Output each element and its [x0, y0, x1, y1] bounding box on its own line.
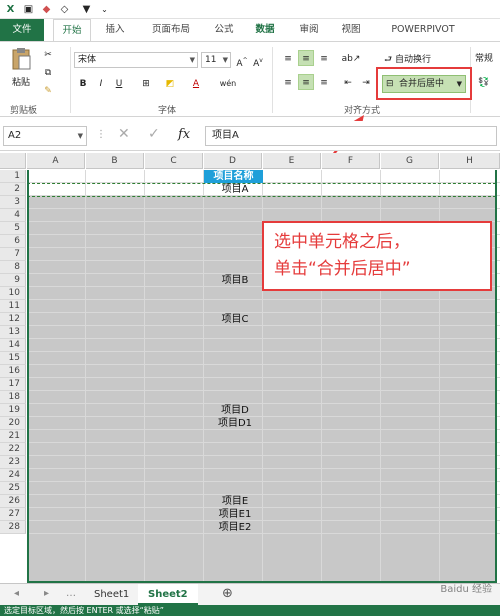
row-header-8[interactable]: 8	[0, 261, 26, 274]
enter-icon[interactable]: ✓	[148, 126, 160, 142]
name-box[interactable]: A2 ▼	[3, 126, 87, 146]
sheet-tab-sheet2[interactable]: Sheet2	[138, 584, 198, 605]
select-all-corner[interactable]	[0, 153, 26, 169]
status-bar: 选定目标区域，然后按 ENTER 或选择“粘贴”	[0, 605, 500, 616]
grid-row	[27, 300, 500, 313]
row-header-10[interactable]: 10	[0, 287, 26, 300]
row-header-15[interactable]: 15	[0, 352, 26, 365]
row-header-3[interactable]: 3	[0, 196, 26, 209]
row-header-26[interactable]: 26	[0, 495, 26, 508]
row-header-20[interactable]: 20	[0, 417, 26, 430]
row-header-7[interactable]: 7	[0, 248, 26, 261]
column-header-d[interactable]: D	[204, 153, 262, 169]
row-header-27[interactable]: 27	[0, 508, 26, 521]
column-header-e[interactable]: E	[263, 153, 321, 169]
formula-bar: A2 ▼ ⋮ ✕ ✓ fx 项目A	[0, 121, 500, 151]
grid-row	[27, 430, 500, 443]
next-sheet-icon[interactable]: ▸	[44, 588, 49, 599]
cell-d18[interactable]: 项目D1	[200, 417, 270, 430]
header-cell-d1[interactable]: 项目名称	[204, 170, 263, 183]
row-header-16[interactable]: 16	[0, 365, 26, 378]
column-header-c[interactable]: C	[145, 153, 203, 169]
grid-row	[27, 326, 500, 339]
row-header-19[interactable]: 19	[0, 404, 26, 417]
column-header-a[interactable]: A	[27, 153, 85, 169]
more-sheets-icon[interactable]: …	[66, 588, 76, 599]
row-header-14[interactable]: 14	[0, 339, 26, 352]
watermark: Baidu 经验	[440, 584, 492, 595]
row-header-4[interactable]: 4	[0, 209, 26, 222]
row-header-28[interactable]: 28	[0, 521, 26, 534]
row-header-25[interactable]: 25	[0, 482, 26, 495]
grid-row	[27, 443, 500, 456]
grid-row	[27, 352, 500, 365]
grid-row	[27, 482, 500, 495]
formula-input[interactable]: 项目A	[205, 126, 497, 146]
sheet-tab-sheet1[interactable]: Sheet1	[84, 584, 139, 605]
cell-d2[interactable]: 项目A	[200, 183, 270, 196]
row-header-11[interactable]: 11	[0, 300, 26, 313]
row-header-2[interactable]: 2	[0, 183, 26, 196]
gridline	[85, 170, 86, 583]
row-header-22[interactable]: 22	[0, 443, 26, 456]
row-header-24[interactable]: 24	[0, 469, 26, 482]
row-header-18[interactable]: 18	[0, 391, 26, 404]
insert-function-button[interactable]: fx	[178, 127, 190, 142]
cell-d24[interactable]: 项目E1	[200, 508, 270, 521]
row-header-17[interactable]: 17	[0, 378, 26, 391]
sheet-tab-bar: ◂ ▸ … Sheet1 Sheet2 ⊕	[0, 583, 500, 605]
cell-d25[interactable]: 项目E2	[200, 521, 270, 534]
annotation-line-2: 单击“合并后居中”	[274, 259, 411, 279]
annotation-callout: 选中单元格之后， 单击“合并后居中”	[262, 221, 492, 291]
prev-sheet-icon[interactable]: ◂	[14, 588, 19, 599]
grid-row	[27, 391, 500, 404]
add-sheet-icon[interactable]: ⊕	[222, 586, 233, 601]
worksheet-grid: A B C D E F G H 1 2 3 4 5 6 7 8 9 10 11 12 13 14 15 16 1…	[0, 153, 500, 583]
gridline	[144, 170, 145, 583]
annotation-line-1: 选中单元格之后，	[274, 232, 410, 252]
cell-d9[interactable]: 项目B	[200, 274, 270, 287]
chevron-down-icon: ▼	[77, 132, 83, 140]
column-header-h[interactable]: H	[440, 153, 500, 169]
cell-d17[interactable]: 项目D	[200, 404, 270, 417]
row-header-6[interactable]: 6	[0, 235, 26, 248]
column-header-f[interactable]: F	[322, 153, 380, 169]
cell-d12[interactable]: 项目C	[200, 313, 270, 326]
column-header-g[interactable]: G	[381, 153, 439, 169]
row-header-21[interactable]: 21	[0, 430, 26, 443]
row-header-9[interactable]: 9	[0, 274, 26, 287]
row-header-1[interactable]: 1	[0, 170, 26, 183]
grid-row	[27, 196, 500, 209]
grid-row	[27, 456, 500, 469]
more-icon: ⋮	[96, 129, 106, 140]
row-header-12[interactable]: 12	[0, 313, 26, 326]
column-header-b[interactable]: B	[86, 153, 144, 169]
grid-row	[27, 339, 500, 352]
grid-row	[27, 365, 500, 378]
grid-row	[27, 469, 500, 482]
cell-d23[interactable]: 项目E	[200, 495, 270, 508]
row-header-23[interactable]: 23	[0, 456, 26, 469]
grid-row	[27, 170, 500, 183]
row-header-13[interactable]: 13	[0, 326, 26, 339]
grid-row	[27, 378, 500, 391]
row-header-5[interactable]: 5	[0, 222, 26, 235]
cancel-icon[interactable]: ✕	[118, 126, 130, 142]
